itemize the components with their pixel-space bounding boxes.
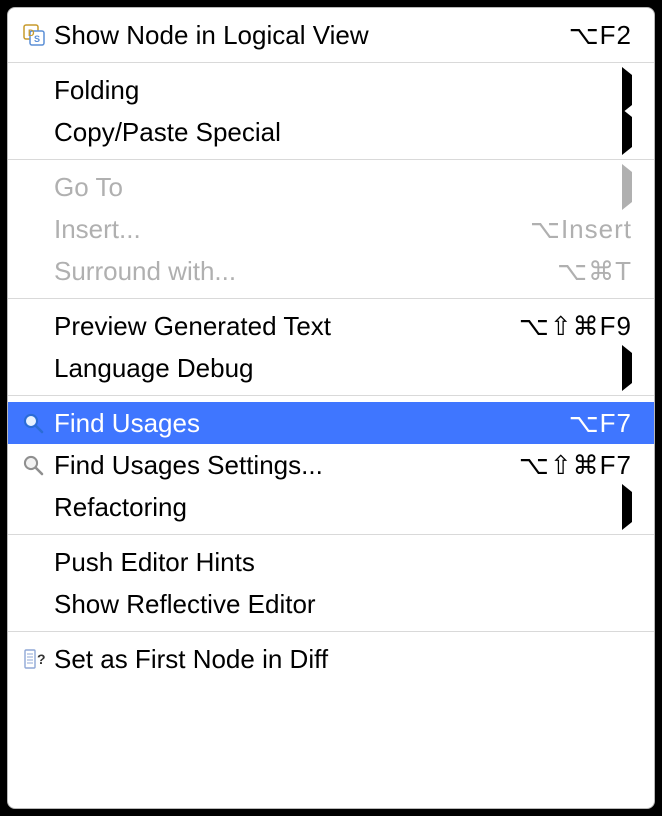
menu-item-label: Show Reflective Editor — [54, 589, 632, 620]
menu-item-label: Folding — [54, 75, 622, 106]
menu-item-refactoring[interactable]: Refactoring — [8, 486, 654, 528]
submenu-arrow-icon — [622, 172, 632, 203]
menu-item-label: Find Usages Settings... — [54, 450, 499, 481]
menu-item-label: Push Editor Hints — [54, 547, 632, 578]
logical-view-icon: D S — [22, 23, 54, 47]
menu-item-label: Show Node in Logical View — [54, 20, 549, 51]
submenu-arrow-icon — [622, 353, 632, 384]
search-icon — [22, 412, 54, 434]
menu-item-shortcut: ⌥F7 — [549, 408, 632, 439]
submenu-arrow-icon — [622, 492, 632, 523]
menu-item-label: Insert... — [54, 214, 510, 245]
menu-separator — [8, 631, 654, 632]
menu-item-find-usages[interactable]: Find Usages ⌥F7 — [8, 402, 654, 444]
menu-item-label: Go To — [54, 172, 622, 203]
menu-item-label: Find Usages — [54, 408, 549, 439]
menu-item-shortcut: ⌥Insert — [510, 214, 632, 245]
menu-separator — [8, 62, 654, 63]
menu-item-folding[interactable]: Folding — [8, 69, 654, 111]
menu-separator — [8, 298, 654, 299]
diff-icon: ? — [22, 647, 54, 671]
menu-item-go-to: Go To — [8, 166, 654, 208]
submenu-arrow-icon — [622, 117, 632, 148]
menu-item-push-editor-hints[interactable]: Push Editor Hints — [8, 541, 654, 583]
svg-text:S: S — [34, 34, 40, 44]
menu-separator — [8, 395, 654, 396]
menu-item-label: Set as First Node in Diff — [54, 644, 632, 675]
menu-item-shortcut: ⌥⌘T — [537, 256, 632, 287]
menu-item-copy-paste-special[interactable]: Copy/Paste Special — [8, 111, 654, 153]
menu-item-show-reflective-editor[interactable]: Show Reflective Editor — [8, 583, 654, 625]
menu-item-shortcut: ⌥⇧⌘F9 — [499, 311, 632, 342]
menu-separator — [8, 159, 654, 160]
submenu-arrow-icon — [622, 75, 632, 106]
menu-item-label: Surround with... — [54, 256, 537, 287]
menu-item-label: Preview Generated Text — [54, 311, 499, 342]
menu-item-label: Copy/Paste Special — [54, 117, 622, 148]
menu-item-preview-generated-text[interactable]: Preview Generated Text ⌥⇧⌘F9 — [8, 305, 654, 347]
menu-separator — [8, 534, 654, 535]
menu-item-surround-with: Surround with... ⌥⌘T — [8, 250, 654, 292]
menu-item-show-node-logical-view[interactable]: D S Show Node in Logical View ⌥F2 — [8, 14, 654, 56]
menu-item-label: Refactoring — [54, 492, 622, 523]
search-icon — [22, 454, 54, 476]
menu-item-set-first-node-diff[interactable]: ? Set as First Node in Diff — [8, 638, 654, 680]
menu-item-label: Language Debug — [54, 353, 622, 384]
svg-text:?: ? — [37, 651, 46, 667]
context-menu: D S Show Node in Logical View ⌥F2 Foldin… — [7, 7, 655, 809]
menu-item-language-debug[interactable]: Language Debug — [8, 347, 654, 389]
menu-item-insert: Insert... ⌥Insert — [8, 208, 654, 250]
menu-item-find-usages-settings[interactable]: Find Usages Settings... ⌥⇧⌘F7 — [8, 444, 654, 486]
menu-item-shortcut: ⌥F2 — [549, 20, 632, 51]
menu-item-shortcut: ⌥⇧⌘F7 — [499, 450, 632, 481]
